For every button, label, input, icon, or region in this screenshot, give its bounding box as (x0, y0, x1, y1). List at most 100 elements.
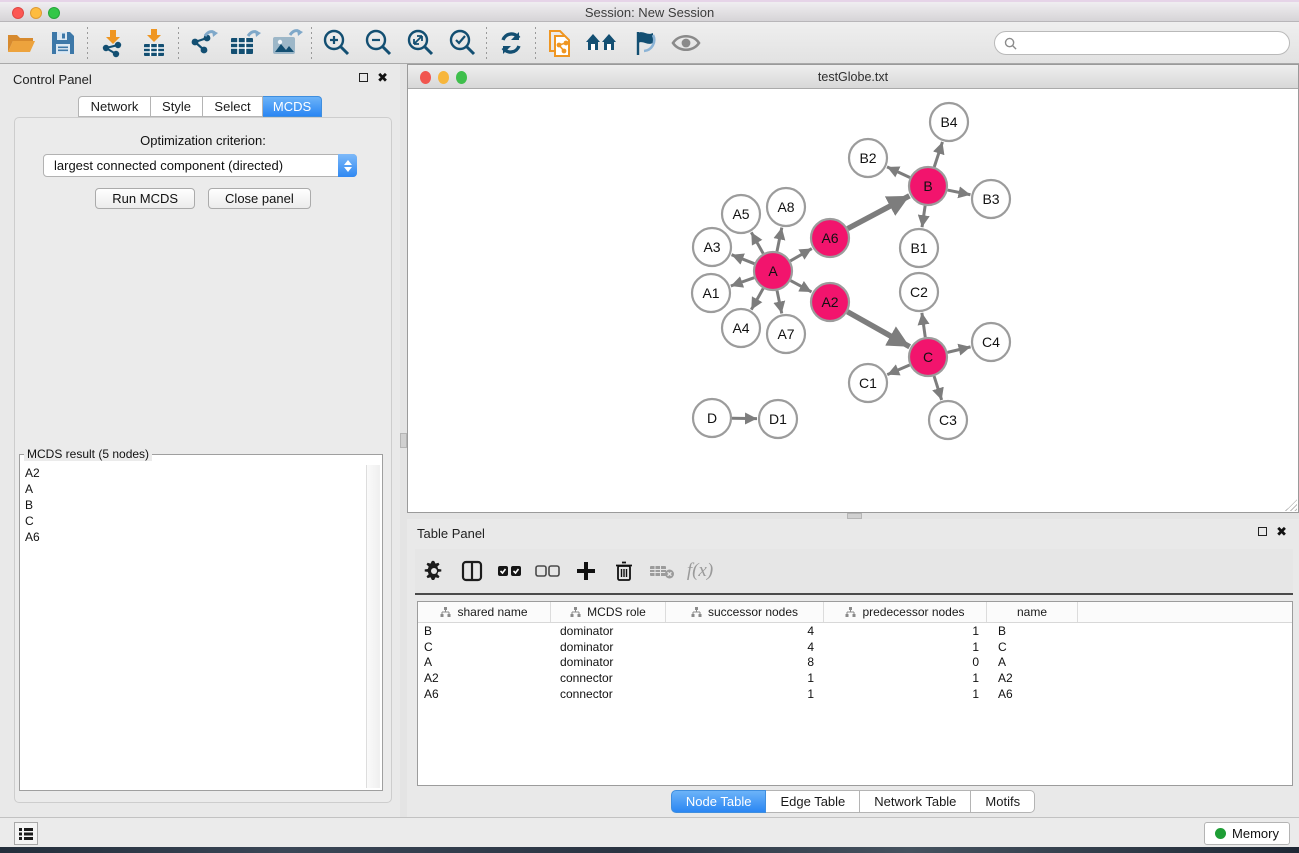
network-graph[interactable]: B4B2BB3A8A5A6A3B1AC2A1A2A4A7C4CC1DD1C3 (408, 89, 1298, 512)
table-cell[interactable]: A6 (987, 687, 1078, 701)
table-row[interactable]: A6connector11A6 (418, 686, 1292, 702)
export-table-button[interactable] (224, 25, 266, 61)
show-hide-button[interactable] (665, 25, 707, 61)
node-B[interactable]: B (909, 167, 947, 205)
table-cell[interactable]: C (987, 640, 1078, 654)
select-all-button[interactable] (491, 552, 529, 590)
edge-A-A5[interactable] (751, 232, 763, 253)
node-B2[interactable]: B2 (849, 139, 887, 177)
criterion-select[interactable]: largest connected component (directed) (43, 154, 357, 177)
export-network-button[interactable] (182, 25, 224, 61)
export-image-button[interactable] (266, 25, 308, 61)
table-options-button[interactable] (415, 552, 453, 590)
float-panel-icon[interactable] (359, 73, 368, 82)
tab-mcds[interactable]: MCDS (263, 96, 322, 117)
edge-B-B2[interactable] (887, 167, 910, 178)
table-cell[interactable]: dominator (551, 655, 666, 669)
result-item[interactable]: C (22, 513, 364, 529)
tab-edge-table[interactable]: Edge Table (766, 790, 860, 813)
window-resize-grip[interactable] (1285, 499, 1297, 511)
edge-B-B3[interactable] (948, 190, 971, 195)
search-field[interactable] (994, 31, 1290, 55)
table-row[interactable]: Cdominator41C (418, 639, 1292, 655)
edge-C-C1[interactable] (887, 365, 909, 375)
splitter-handle[interactable] (400, 433, 407, 448)
import-table-button[interactable] (133, 25, 175, 61)
table-cell[interactable]: dominator (551, 624, 666, 638)
table-cell[interactable]: 1 (824, 640, 987, 654)
zoom-selected-button[interactable] (441, 25, 483, 61)
tab-node-table[interactable]: Node Table (671, 790, 767, 813)
table-cell[interactable]: 8 (666, 655, 824, 669)
column-header-predecessor-nodes[interactable]: predecessor nodes (824, 602, 987, 622)
table-cell[interactable]: dominator (551, 640, 666, 654)
table-cell[interactable]: 1 (824, 624, 987, 638)
column-header-successor-nodes[interactable]: successor nodes (666, 602, 824, 622)
node-C1[interactable]: C1 (849, 364, 887, 402)
node-A6[interactable]: A6 (811, 219, 849, 257)
show-columns-button[interactable] (453, 552, 491, 590)
node-B3[interactable]: B3 (972, 180, 1010, 218)
result-scrollbar[interactable] (366, 465, 380, 788)
function-builder-button[interactable]: f(x) (681, 552, 719, 590)
edge-C-C4[interactable] (947, 347, 970, 353)
table-cell[interactable]: 1 (666, 671, 824, 685)
node-C4[interactable]: C4 (972, 323, 1010, 361)
table-cell[interactable]: B (987, 624, 1078, 638)
column-header-name[interactable]: name (987, 602, 1078, 622)
tab-select[interactable]: Select (203, 96, 263, 117)
network-canvas[interactable]: B4B2BB3A8A5A6A3B1AC2A1A2A4A7C4CC1DD1C3 (408, 89, 1298, 512)
graphics-details-button[interactable] (623, 25, 665, 61)
table-row[interactable]: Bdominator41B (418, 623, 1292, 639)
column-header-shared-name[interactable]: shared name (418, 602, 551, 622)
float-panel-icon[interactable] (1258, 527, 1267, 536)
delete-table-button[interactable] (643, 552, 681, 590)
edge-A-A2[interactable] (791, 281, 812, 292)
table-cell[interactable]: 0 (824, 655, 987, 669)
edge-A-A1[interactable] (731, 278, 754, 286)
table-cell[interactable]: A2 (418, 671, 551, 685)
tab-network-table[interactable]: Network Table (860, 790, 971, 813)
table-cell[interactable]: 4 (666, 624, 824, 638)
table-cell[interactable]: A6 (418, 687, 551, 701)
table-cell[interactable]: 1 (824, 687, 987, 701)
table-row[interactable]: Adominator80A (418, 654, 1292, 670)
node-table[interactable]: shared nameMCDS rolesuccessor nodesprede… (417, 601, 1293, 786)
column-header-MCDS-role[interactable]: MCDS role (551, 602, 666, 622)
node-A7[interactable]: A7 (767, 315, 805, 353)
open-session-button[interactable] (0, 25, 42, 61)
node-A4[interactable]: A4 (722, 309, 760, 347)
search-input[interactable] (1023, 33, 1289, 53)
edge-A-A6[interactable] (790, 249, 812, 261)
table-row[interactable]: A2connector11A2 (418, 670, 1292, 686)
node-A3[interactable]: A3 (693, 228, 731, 266)
node-D[interactable]: D (693, 399, 731, 437)
table-cell[interactable]: C (418, 640, 551, 654)
table-cell[interactable]: B (418, 624, 551, 638)
tab-network[interactable]: Network (78, 96, 151, 117)
deselect-all-button[interactable] (529, 552, 567, 590)
network-window-titlebar[interactable]: testGlobe.txt (408, 65, 1298, 89)
zoom-in-button[interactable] (315, 25, 357, 61)
refresh-button[interactable] (490, 25, 532, 61)
edge-C-C3[interactable] (934, 376, 942, 400)
node-A8[interactable]: A8 (767, 188, 805, 226)
table-cell[interactable]: 4 (666, 640, 824, 654)
result-item[interactable]: A6 (22, 529, 364, 545)
zoom-fit-button[interactable] (399, 25, 441, 61)
panel-splitter[interactable] (400, 64, 407, 817)
close-panel-button[interactable]: Close panel (208, 188, 311, 209)
mcds-result-list[interactable]: A2ABCA6 (22, 465, 364, 788)
task-history-button[interactable] (14, 822, 38, 845)
edge-A-A3[interactable] (732, 255, 755, 264)
edge-A-A7[interactable] (777, 291, 782, 314)
run-mcds-button[interactable]: Run MCDS (95, 188, 195, 209)
edge-B-B4[interactable] (934, 142, 942, 167)
delete-column-button[interactable] (605, 552, 643, 590)
result-item[interactable]: A (22, 481, 364, 497)
node-C[interactable]: C (909, 338, 947, 376)
edge-C-C2[interactable] (922, 313, 925, 337)
table-cell[interactable]: A (987, 655, 1078, 669)
result-item[interactable]: B (22, 497, 364, 513)
memory-button[interactable]: Memory (1204, 822, 1290, 845)
